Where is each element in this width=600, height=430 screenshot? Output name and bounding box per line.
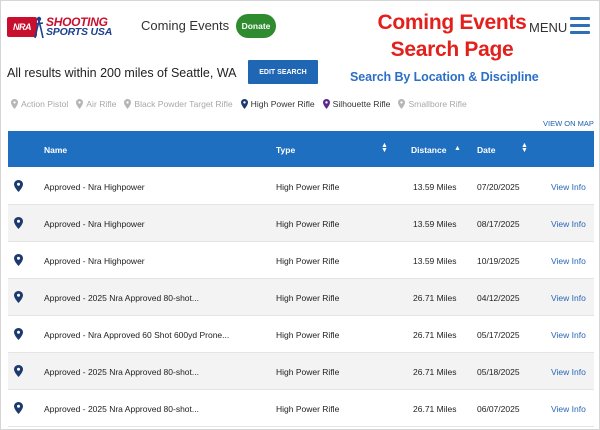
map-pin-icon [11, 99, 18, 109]
sort-both-icon[interactable]: ▲ ▼ [381, 142, 388, 154]
view-on-map-link[interactable]: VIEW ON MAP [543, 119, 594, 128]
event-name: Approved - 2025 Nra Approved 80-shot... [44, 367, 199, 377]
table-row[interactable]: Approved - 2025 Nra Approved 80-shot... H… [8, 390, 594, 427]
map-pin-icon [14, 254, 23, 266]
map-pin-icon [240, 99, 248, 109]
view-info-link[interactable]: View Info [551, 404, 586, 414]
event-distance: 26.71 Miles [413, 330, 457, 340]
filter-label: Smallbore Rifle [408, 99, 467, 109]
event-name: Approved - 2025 Nra Approved 80-shot... [44, 293, 199, 303]
menu-label[interactable]: MENU [529, 20, 567, 35]
event-name: Approved - Nra Highpower [44, 182, 145, 192]
table-row[interactable]: Approved - Nra Highpower High Power Rifle… [8, 168, 594, 205]
event-type: High Power Rifle [276, 404, 340, 414]
nav-coming-events[interactable]: Coming Events [141, 18, 229, 33]
event-date: 05/18/2025 [477, 367, 520, 377]
event-date: 04/12/2025 [477, 293, 520, 303]
event-name: Approved - Nra Approved 60 Shot 600yd Pr… [44, 330, 230, 340]
sort-both-icon[interactable]: ▲ ▼ [521, 142, 528, 154]
event-distance: 26.71 Miles [413, 404, 457, 414]
table-row[interactable]: Approved - Nra Highpower High Power Rifle… [8, 205, 594, 242]
table-row[interactable]: Approved - Nra Highpower High Power Rifle… [8, 242, 594, 279]
event-distance: 13.59 Miles [413, 256, 457, 266]
view-info-link[interactable]: View Info [551, 256, 586, 266]
filter-label: Action Pistol [21, 99, 69, 109]
logo-wordmark: SHOOTING SPORTS USA [46, 16, 113, 38]
map-pin-icon [14, 180, 23, 192]
filter-air-rifle[interactable]: Air Rifle [76, 99, 116, 109]
map-pin-icon [322, 99, 330, 109]
filter-silhouette-rifle[interactable]: Silhouette Rifle [322, 99, 391, 109]
results-summary: All results within 200 miles of Seattle,… [7, 66, 237, 80]
view-info-link[interactable]: View Info [551, 330, 586, 340]
event-distance: 26.71 Miles [413, 367, 457, 377]
map-pin-icon [124, 99, 132, 109]
event-distance: 13.59 Miles [413, 219, 457, 229]
event-type: High Power Rifle [276, 256, 340, 266]
logo-line-sports-usa: SPORTS USA [46, 26, 113, 38]
event-name: Approved - Nra Highpower [44, 219, 145, 229]
overlay-subtitle: Search By Location & Discipline [350, 70, 539, 84]
event-distance: 26.71 Miles [413, 293, 457, 303]
map-pin-icon [398, 99, 406, 109]
map-pin-icon [14, 217, 23, 229]
filter-high-power-rifle[interactable]: High Power Rifle [240, 99, 315, 109]
table-row[interactable]: Approved - 2025 Nra Approved 80-shot... H… [8, 279, 594, 316]
overlay-title: Coming Events Search Page [377, 9, 527, 63]
event-name: Approved - Nra Highpower [44, 256, 145, 266]
view-info-link[interactable]: View Info [551, 182, 586, 192]
overlay-title-line2: Search Page [390, 38, 514, 61]
event-distance: 13.59 Miles [413, 182, 457, 192]
event-type: High Power Rifle [276, 219, 340, 229]
hamburger-menu-icon[interactable] [570, 17, 590, 35]
filter-label: Air Rifle [86, 99, 117, 109]
map-pin-icon [14, 365, 23, 377]
event-type: High Power Rifle [276, 367, 340, 377]
event-date: 07/20/2025 [477, 182, 520, 192]
table-row[interactable]: Approved - Nra Approved 60 Shot 600yd Pr… [8, 316, 594, 353]
overlay-title-line1: Coming Events [377, 11, 527, 34]
nra-logo-mark: NRA [7, 17, 37, 37]
filter-label: High Power Rifle [250, 99, 315, 109]
view-info-link[interactable]: View Info [551, 219, 586, 229]
column-header-name[interactable]: Name [44, 145, 67, 155]
event-date: 10/19/2025 [477, 256, 520, 266]
column-header-type[interactable]: Type [276, 145, 295, 155]
map-pin-icon [14, 328, 23, 340]
filter-smallbore-rifle[interactable]: Smallbore Rifle [398, 99, 467, 109]
column-header-date[interactable]: Date [477, 145, 495, 155]
event-name: Approved - 2025 Nra Approved 80-shot... [44, 404, 199, 414]
event-date: 05/17/2025 [477, 330, 520, 340]
event-date: 08/17/2025 [477, 219, 520, 229]
shooter-figure-icon [34, 16, 44, 39]
discipline-filters: Action Pistol Air Rifle Black Powder Targe… [11, 97, 475, 111]
donate-button[interactable]: Donate [236, 14, 276, 38]
edit-search-button[interactable]: EDIT SEARCH [248, 60, 318, 84]
event-date: 06/07/2025 [477, 404, 520, 414]
event-type: High Power Rifle [276, 330, 340, 340]
nra-shooting-sports-logo[interactable]: NRA SHOOTING SPORTS USA [7, 14, 119, 40]
map-pin-icon [14, 291, 23, 303]
view-info-link[interactable]: View Info [551, 293, 586, 303]
map-pin-icon [14, 402, 23, 414]
results-table-header: Name Type ▲ ▼ Distance ▲ Date ▲ ▼ [8, 131, 594, 167]
column-header-distance[interactable]: Distance [411, 145, 446, 155]
view-info-link[interactable]: View Info [551, 367, 586, 377]
results-table-body: Approved - Nra Highpower High Power Rifle… [8, 168, 594, 427]
filter-black-powder-target-rifle[interactable]: Black Powder Target Rifle [124, 99, 233, 109]
table-row[interactable]: Approved - 2025 Nra Approved 80-shot... H… [8, 353, 594, 390]
sort-ascending-icon[interactable]: ▲ [454, 145, 461, 152]
event-type: High Power Rifle [276, 182, 340, 192]
page-frame: NRA SHOOTING SPORTS USA Coming Events Do… [0, 0, 600, 430]
map-pin-icon [76, 99, 84, 109]
event-type: High Power Rifle [276, 293, 340, 303]
filter-action-pistol[interactable]: Action Pistol [11, 99, 68, 109]
filter-label: Black Powder Target Rifle [134, 99, 233, 109]
filter-label: Silhouette Rifle [332, 99, 391, 109]
